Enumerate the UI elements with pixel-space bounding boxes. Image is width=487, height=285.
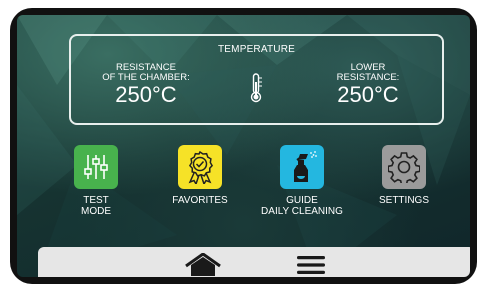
favorites-label: FAVORITES bbox=[145, 195, 255, 206]
hamburger-menu-icon[interactable] bbox=[297, 255, 325, 275]
guide-label-2: DAILY CLEANING bbox=[261, 206, 343, 217]
settings-label: SETTINGS bbox=[349, 195, 459, 206]
favorites-label-1: FAVORITES bbox=[172, 195, 228, 206]
test-mode-label: TEST MODE bbox=[41, 195, 151, 217]
settings-button[interactable] bbox=[382, 145, 426, 189]
sliders-icon bbox=[84, 155, 108, 179]
test-mode-button[interactable] bbox=[74, 145, 118, 189]
gear-icon bbox=[388, 152, 420, 183]
device-frame: TEMPERATURE RESISTANCE OF THE CHAMBER: 2… bbox=[10, 8, 477, 284]
test-mode-label-1: TEST bbox=[83, 195, 109, 206]
chamber-resistance-value: 250°C bbox=[115, 82, 177, 107]
guide-daily-cleaning-label: GUIDE DAILY CLEANING bbox=[247, 195, 357, 217]
test-mode-label-2: MODE bbox=[81, 206, 111, 217]
award-ribbon-icon bbox=[188, 150, 214, 184]
favorites-button[interactable] bbox=[178, 145, 222, 189]
guide-daily-cleaning-button[interactable] bbox=[280, 145, 324, 189]
spray-bottle-icon bbox=[294, 151, 317, 182]
lower-resistance: LOWER RESISTANCE: 250°C bbox=[303, 63, 433, 106]
temperature-title: TEMPERATURE bbox=[217, 44, 296, 55]
bottom-navigation-bar bbox=[38, 247, 470, 277]
home-icon[interactable] bbox=[183, 253, 223, 277]
settings-label-1: SETTINGS bbox=[378, 195, 429, 206]
guide-label-1: GUIDE bbox=[286, 195, 318, 206]
thermometer-icon bbox=[250, 73, 262, 103]
screen: TEMPERATURE RESISTANCE OF THE CHAMBER: 2… bbox=[17, 15, 470, 277]
temperature-panel: TEMPERATURE RESISTANCE OF THE CHAMBER: 2… bbox=[69, 34, 444, 125]
lower-resistance-value: 250°C bbox=[337, 82, 399, 107]
chamber-resistance: RESISTANCE OF THE CHAMBER: 250°C bbox=[81, 63, 211, 106]
